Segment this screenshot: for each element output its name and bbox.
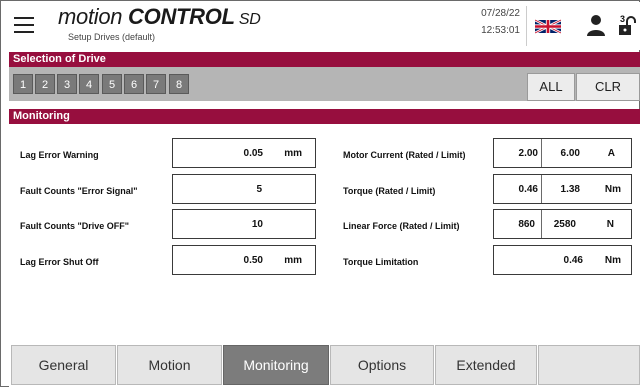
motor-current-unit: A bbox=[607, 148, 615, 159]
tab-extended[interactable]: Extended bbox=[435, 345, 537, 385]
lag-error-shut-off-value: 0.50 bbox=[243, 255, 263, 266]
fault-counts-drive-off-value: 10 bbox=[251, 219, 263, 230]
lag-error-warning-field[interactable]: 0.05 mm bbox=[172, 138, 316, 168]
user-icon[interactable] bbox=[586, 14, 606, 36]
menu-icon[interactable] bbox=[14, 17, 34, 33]
drive-button-8[interactable]: 8 bbox=[169, 74, 189, 94]
drive-button-7[interactable]: 7 bbox=[146, 74, 166, 94]
fault-counts-drive-off-field[interactable]: 10 bbox=[172, 209, 316, 239]
bottom-tab-bar: General Motion Monitoring Options Extend… bbox=[9, 342, 640, 387]
lag-error-shut-off-unit: mm bbox=[284, 255, 302, 266]
drive-button-5[interactable]: 5 bbox=[102, 74, 122, 94]
title-suffix: SD bbox=[234, 11, 261, 28]
monitoring-panel: Lag Error Warning 0.05 mm Fault Counts "… bbox=[9, 124, 640, 342]
linear-force-divider bbox=[541, 210, 542, 238]
motor-current-field[interactable]: 2.00 6.00 A bbox=[493, 138, 632, 168]
time-display: 12:53:01 bbox=[481, 25, 520, 36]
title-bold: CONTROL bbox=[128, 4, 235, 29]
fault-counts-error-signal-field[interactable]: 5 bbox=[172, 174, 316, 204]
tab-motion[interactable]: Motion bbox=[117, 345, 222, 385]
drive-button-4[interactable]: 4 bbox=[79, 74, 99, 94]
lag-error-warning-label: Lag Error Warning bbox=[20, 150, 99, 160]
linear-force-unit: N bbox=[606, 219, 614, 230]
fault-counts-error-signal-label: Fault Counts "Error Signal" bbox=[20, 186, 138, 196]
lag-error-shut-off-label: Lag Error Shut Off bbox=[20, 257, 99, 267]
app-title: motion CONTROL SD bbox=[58, 4, 261, 30]
linear-force-limit-value: 2580 bbox=[553, 219, 576, 230]
drive-button-1[interactable]: 1 bbox=[13, 74, 33, 94]
clear-button[interactable]: CLR bbox=[576, 73, 640, 101]
header: motion CONTROL SD Setup Drives (default)… bbox=[2, 2, 640, 50]
motor-current-limit-value: 6.00 bbox=[560, 148, 580, 159]
drive-selection-title: Selection of Drive bbox=[9, 52, 640, 67]
tab-bar-filler bbox=[538, 345, 640, 385]
linear-force-rated-value: 860 bbox=[518, 219, 535, 230]
date-display: 07/28/22 bbox=[481, 8, 520, 19]
fault-counts-error-signal-value: 5 bbox=[256, 184, 262, 195]
torque-limitation-label: Torque Limitation bbox=[343, 257, 419, 267]
torque-divider bbox=[541, 175, 542, 203]
linear-force-field[interactable]: 860 2580 N bbox=[493, 209, 632, 239]
drive-button-6[interactable]: 6 bbox=[124, 74, 144, 94]
torque-limit-value: 1.38 bbox=[560, 184, 580, 195]
uk-flag-icon[interactable] bbox=[535, 19, 561, 34]
header-divider bbox=[526, 6, 527, 46]
lock-level-badge: 3 bbox=[620, 14, 626, 24]
torque-label: Torque (Rated / Limit) bbox=[343, 186, 436, 196]
tab-options[interactable]: Options bbox=[330, 345, 434, 385]
title-prefix: motion bbox=[58, 4, 129, 29]
select-all-button[interactable]: ALL bbox=[527, 73, 575, 101]
app-subtitle: Setup Drives (default) bbox=[68, 32, 156, 42]
torque-rated-value: 0.46 bbox=[518, 184, 538, 195]
motor-current-rated-value: 2.00 bbox=[518, 148, 538, 159]
fault-counts-drive-off-label: Fault Counts "Drive OFF" bbox=[20, 221, 130, 231]
drive-selector-strip: 1 2 3 4 5 6 7 8 ALL CLR bbox=[9, 67, 640, 101]
tab-general[interactable]: General bbox=[11, 345, 116, 385]
motor-current-label: Motor Current (Rated / Limit) bbox=[343, 150, 466, 160]
monitoring-title: Monitoring bbox=[9, 109, 640, 124]
linear-force-label: Linear Force (Rated / Limit) bbox=[343, 221, 460, 231]
drive-button-2[interactable]: 2 bbox=[35, 74, 55, 94]
drive-button-3[interactable]: 3 bbox=[57, 74, 77, 94]
app-window: motion CONTROL SD Setup Drives (default)… bbox=[0, 0, 640, 387]
torque-limitation-unit: Nm bbox=[604, 255, 621, 266]
lag-error-warning-unit: mm bbox=[284, 148, 302, 159]
torque-limitation-value: 0.46 bbox=[563, 255, 583, 266]
lag-error-shut-off-field[interactable]: 0.50 mm bbox=[172, 245, 316, 275]
lag-error-warning-value: 0.05 bbox=[243, 148, 263, 159]
tab-monitoring[interactable]: Monitoring bbox=[223, 345, 329, 385]
torque-field[interactable]: 0.46 1.38 Nm bbox=[493, 174, 632, 204]
torque-unit: Nm bbox=[604, 184, 621, 195]
motor-current-divider bbox=[541, 139, 542, 167]
torque-limitation-field[interactable]: 0.46 Nm bbox=[493, 245, 632, 275]
